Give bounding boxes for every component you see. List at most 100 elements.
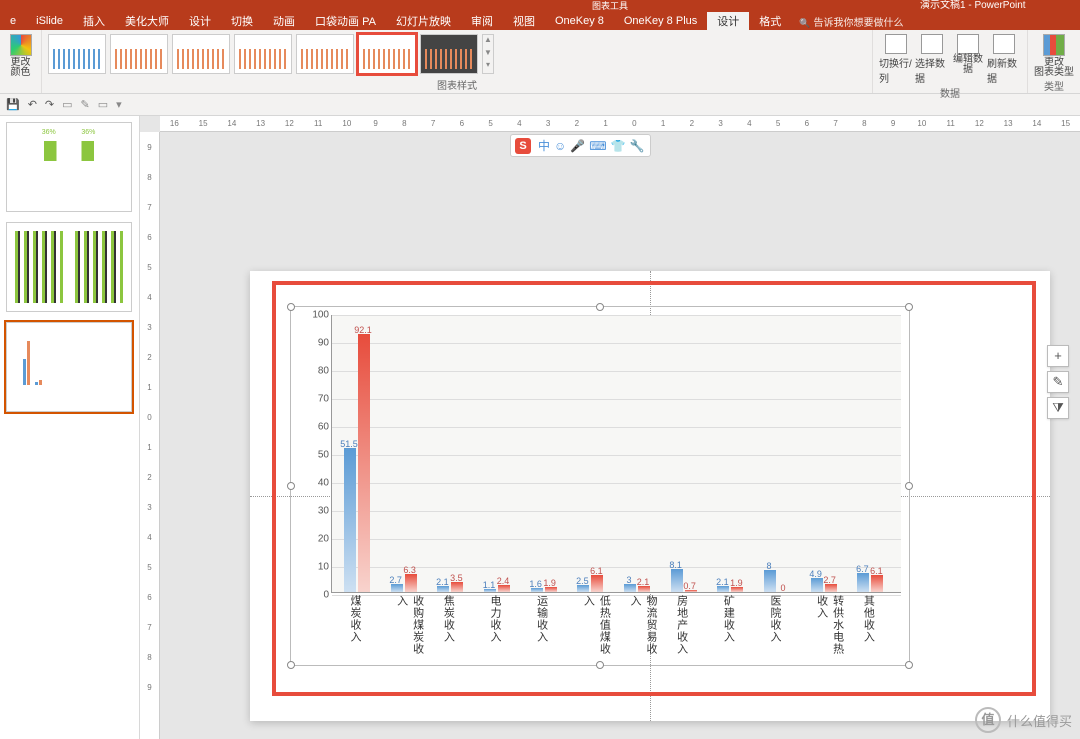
ribbon-tab[interactable]: 动画 xyxy=(263,11,305,31)
x-category-label: 房地产收入 xyxy=(674,595,690,655)
chart-object[interactable]: 上期 本期 + ✎ ⧩ 010203040506070809010051.592… xyxy=(290,306,910,666)
data-label: 51.5 xyxy=(340,439,358,449)
chart-style-thumb[interactable] xyxy=(234,34,292,74)
ime-icon[interactable]: 🎤 xyxy=(570,139,585,153)
chart-bar xyxy=(857,573,869,592)
chart-bar xyxy=(405,574,417,592)
data-label: 6.3 xyxy=(403,565,416,575)
chart-bar xyxy=(811,578,823,592)
y-tick-label: 40 xyxy=(318,478,329,489)
ribbon-tab[interactable]: iSlide xyxy=(26,13,73,29)
select-data-button[interactable]: 选择数据 xyxy=(915,34,949,85)
x-category-label: 运输收入 xyxy=(534,595,550,643)
ime-toolbar[interactable]: S 中 ☺ 🎤 ⌨ 👕 🔧 xyxy=(510,134,651,157)
data-label: 3.5 xyxy=(450,573,463,583)
refresh-icon xyxy=(993,34,1015,54)
chart-styles-button[interactable]: ✎ xyxy=(1047,371,1069,393)
y-tick-label: 60 xyxy=(318,422,329,433)
change-chart-type-button[interactable]: 更改 图表类型 xyxy=(1034,34,1074,78)
data-label: 92.1 xyxy=(354,325,372,335)
chart-bar xyxy=(451,582,463,592)
ime-icon[interactable]: 👕 xyxy=(611,139,626,153)
ribbon-tab[interactable]: 设计 xyxy=(707,11,749,31)
context-tab-label: 图表工具 xyxy=(575,0,645,12)
slide-canvas[interactable]: 上期 本期 + ✎ ⧩ 010203040506070809010051.592… xyxy=(250,271,1050,721)
y-tick-label: 50 xyxy=(318,450,329,461)
ime-icon[interactable]: ☺ xyxy=(554,139,566,153)
data-label: 2.1 xyxy=(716,577,729,587)
x-category-label: 矿建收入 xyxy=(720,595,736,643)
ime-icon[interactable]: 中 xyxy=(538,139,550,153)
chart-bar xyxy=(871,575,883,592)
qat-more-icon[interactable]: ▾ xyxy=(116,98,122,111)
ribbon-tab[interactable]: 格式 xyxy=(749,11,791,31)
y-tick-label: 100 xyxy=(312,310,329,321)
sogou-icon: S xyxy=(515,138,531,154)
data-label: 6.7 xyxy=(856,564,869,574)
ime-icon[interactable]: ⌨ xyxy=(589,139,606,153)
chart-style-thumb[interactable] xyxy=(48,34,106,74)
gallery-more-icon[interactable]: ▾ xyxy=(483,60,493,73)
data-label: 2.7 xyxy=(389,575,402,585)
tell-me-search[interactable]: 告诉我你想要做什么 xyxy=(799,14,903,29)
chart-styles-gallery[interactable]: ▲ ▼ ▾ xyxy=(48,34,866,74)
ribbon-tab[interactable]: 幻灯片放映 xyxy=(386,11,461,31)
ribbon-tab[interactable]: 审阅 xyxy=(461,11,503,31)
ribbon-tab[interactable]: OneKey 8 xyxy=(545,13,614,29)
chart-style-thumb[interactable] xyxy=(296,34,354,74)
save-icon[interactable]: 💾 xyxy=(6,98,20,111)
switch-row-col-button[interactable]: 切换行/列 xyxy=(879,34,913,85)
chart-elements-button[interactable]: + xyxy=(1047,345,1069,367)
data-label: 2.5 xyxy=(576,576,589,586)
chart-filters-button[interactable]: ⧩ xyxy=(1047,397,1069,419)
gallery-up-icon[interactable]: ▲ xyxy=(483,35,493,48)
tool-icon[interactable]: ▭ xyxy=(62,98,72,111)
ribbon-tab[interactable]: e xyxy=(0,13,26,29)
start-slideshow-icon[interactable]: ▭ xyxy=(98,98,108,111)
ribbon: 更改 颜色 ▲ ▼ ▾ 图表样式 切换行/列 选择数据 编辑数 据 刷新数据 数… xyxy=(0,30,1080,94)
data-label: 2.7 xyxy=(823,575,836,585)
slide-editor: 1615141312111098765432101234567891011121… xyxy=(140,116,1080,739)
slide-thumbnail-panel xyxy=(0,116,140,739)
x-category-label: 其他收入 xyxy=(860,595,876,643)
ribbon-tab[interactable]: 口袋动画 PA xyxy=(305,11,386,31)
y-tick-label: 0 xyxy=(323,590,329,601)
data-label: 4.9 xyxy=(809,569,822,579)
x-category-label: 医院收入 xyxy=(767,595,783,643)
data-label: 0.7 xyxy=(683,581,696,591)
y-tick-label: 80 xyxy=(318,366,329,377)
y-tick-label: 10 xyxy=(318,562,329,573)
edit-data-button[interactable]: 编辑数 据 xyxy=(951,34,985,85)
chart-bar xyxy=(671,569,683,592)
group-label-data: 数据 xyxy=(879,85,1021,100)
data-label: 3 xyxy=(626,575,631,585)
tool-icon[interactable]: ✎ xyxy=(81,98,90,111)
x-category-label: 物流贸易收入 xyxy=(627,595,659,665)
slide-thumbnail-current[interactable] xyxy=(6,322,132,412)
x-category-label: 低热值煤收入 xyxy=(580,595,612,665)
chart-bar xyxy=(391,584,403,592)
ime-icon[interactable]: 🔧 xyxy=(630,139,645,153)
slide-thumbnail[interactable] xyxy=(6,122,132,212)
chart-style-thumb[interactable] xyxy=(420,34,478,74)
change-colors-button[interactable]: 更改 颜色 xyxy=(6,34,35,78)
ribbon-tab[interactable]: OneKey 8 Plus xyxy=(614,13,707,29)
data-label: 1.6 xyxy=(529,579,542,589)
refresh-data-button[interactable]: 刷新数据 xyxy=(987,34,1021,85)
chart-style-thumb-selected[interactable] xyxy=(358,34,416,74)
data-label: 2.4 xyxy=(497,576,510,586)
ribbon-tab[interactable]: 美化大师 xyxy=(115,11,179,31)
data-label: 8 xyxy=(766,561,771,571)
ribbon-tab[interactable]: 切换 xyxy=(221,11,263,31)
ribbon-tab[interactable]: 视图 xyxy=(503,11,545,31)
gallery-down-icon[interactable]: ▼ xyxy=(483,48,493,61)
ribbon-tab[interactable]: 设计 xyxy=(179,11,221,31)
watermark-icon: 值 xyxy=(975,707,1001,733)
slide-thumbnail[interactable] xyxy=(6,222,132,312)
chart-bar xyxy=(591,575,603,592)
chart-style-thumb[interactable] xyxy=(172,34,230,74)
redo-icon[interactable]: ↷ xyxy=(45,98,54,111)
undo-icon[interactable]: ↶ xyxy=(28,98,37,111)
chart-style-thumb[interactable] xyxy=(110,34,168,74)
ribbon-tab[interactable]: 插入 xyxy=(73,11,115,31)
